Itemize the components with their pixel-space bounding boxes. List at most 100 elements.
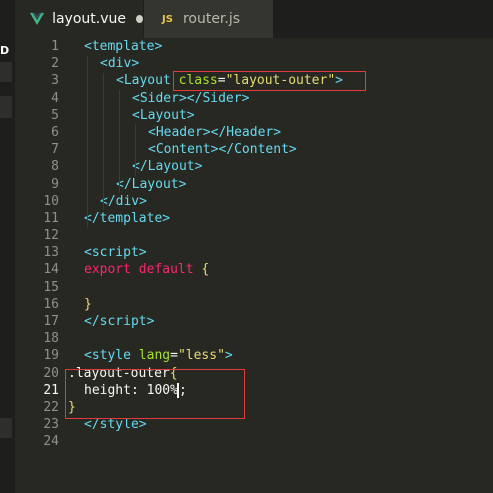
code-line[interactable]: } [84,296,493,313]
code-token: </ [84,417,100,433]
code-token: > [241,90,250,106]
tab-bar: layout.vue JS router.js [0,0,493,38]
code-token: } [84,296,92,312]
highlight-box-class-attr [173,71,366,91]
line-number: 15 [43,279,59,295]
code-token: > [224,348,233,364]
code-line[interactable]: export default { [84,261,493,278]
code-token: ></ [178,90,203,106]
line-number-gutter: 1 2 3 4 5 6 7 8 9 10 11 12 13 14 15 16 17 18 19 20 21 22 23 24 [15,38,59,451]
line-number: 20 [43,365,59,381]
code-line[interactable]: <div> [84,55,493,72]
code-token: "less" [177,348,225,364]
line-number: 21 [43,382,59,398]
code-token: > [146,314,155,329]
line-number: 23 [43,417,59,433]
tab-layout-vue[interactable]: layout.vue [15,0,143,38]
tab-router-js[interactable]: JS router.js [143,0,273,38]
code-token: default [138,262,194,278]
code-token: > [138,245,147,261]
line-number: 3 [51,73,59,89]
code-token: Layout [123,73,171,89]
code-line[interactable] [84,227,493,244]
code-token: template [99,210,163,226]
code-token: script [99,314,147,329]
tab-label: layout.vue [52,11,126,27]
code-token: < [84,348,92,364]
line-number: 8 [51,159,59,175]
code-token: > [138,417,147,433]
code-token: Layout [139,107,187,123]
indent-guide [87,56,88,228]
code-line[interactable]: <style lang="less"> [84,347,493,364]
line-number: 12 [43,228,59,244]
line-number: 14 [43,262,59,278]
code-token: Content [155,142,211,158]
line-number: 6 [51,124,59,140]
vue-icon [30,12,45,25]
code-token: Header [155,124,203,140]
line-number: 11 [43,210,59,226]
code-token: export [84,262,131,278]
line-number: 24 [43,434,59,450]
code-token: div [115,193,140,209]
code-token: style [99,417,139,433]
code-token: Layout [147,159,195,175]
line-number: 17 [43,314,59,329]
line-number: 5 [51,107,59,123]
code-token: > [178,176,187,192]
code-token: Header [226,124,274,140]
unsaved-dot-icon[interactable] [135,15,143,23]
code-line[interactable]: <template> [84,38,493,55]
tab-label: router.js [182,11,241,27]
line-number: 13 [43,245,59,261]
activity-item[interactable] [0,418,12,438]
code-line[interactable]: <Content></Content> [84,141,493,158]
code-token: Sider [202,90,242,106]
editor-area[interactable]: 1 2 3 4 5 6 7 8 9 10 11 12 13 14 15 16 17 18 19 20 21 22 23 24 … [15,38,493,493]
line-number: 2 [51,56,59,72]
line-number: 16 [43,296,59,312]
js-icon: JS [162,13,173,25]
code-token: ></ [202,124,227,140]
code-token: < [100,56,108,72]
line-number: 9 [51,176,59,192]
code-token: Layout [131,176,179,192]
code-line[interactable]: <Header></Header> [84,124,493,141]
code-token: ></ [210,142,235,158]
code-token: < [84,39,92,54]
code-line[interactable] [84,433,493,450]
line-number: 18 [43,331,59,347]
activity-item[interactable] [0,62,12,82]
code-line[interactable]: <Sider></Sider> [84,90,493,107]
code-editor-window: D layout.vue JS router.js 1 2 3 4 5 6 7 8 9 10 11 1… [0,0,493,493]
line-number: 19 [43,348,59,364]
code-line[interactable]: </Layout> [84,158,493,175]
code-line[interactable] [84,330,493,347]
code-line[interactable]: </div> [84,193,493,210]
code-line[interactable]: <script> [84,244,493,261]
activity-item[interactable] [0,96,12,118]
code-line[interactable] [84,279,493,296]
code-line[interactable]: </Layout> [84,176,493,193]
code-token: > [139,193,147,209]
code-token: < [132,107,140,123]
indent-guide [119,90,120,193]
code-line[interactable]: </script> [84,313,493,330]
code-line[interactable]: </template> [84,210,493,227]
indent-guide [103,73,104,210]
activity-bar: D [0,0,15,493]
activity-badge[interactable]: D [0,42,12,60]
highlight-box-style-rule [65,369,245,419]
code-token: > [273,124,282,140]
code-token: > [162,210,171,226]
code-token: Content [234,142,289,158]
code-token: < [148,142,156,158]
code-token: > [194,159,203,175]
code-token: < [148,124,156,140]
line-number: 1 [51,39,59,54]
code-token: style [91,348,131,364]
code-line[interactable]: <Layout> [84,107,493,124]
